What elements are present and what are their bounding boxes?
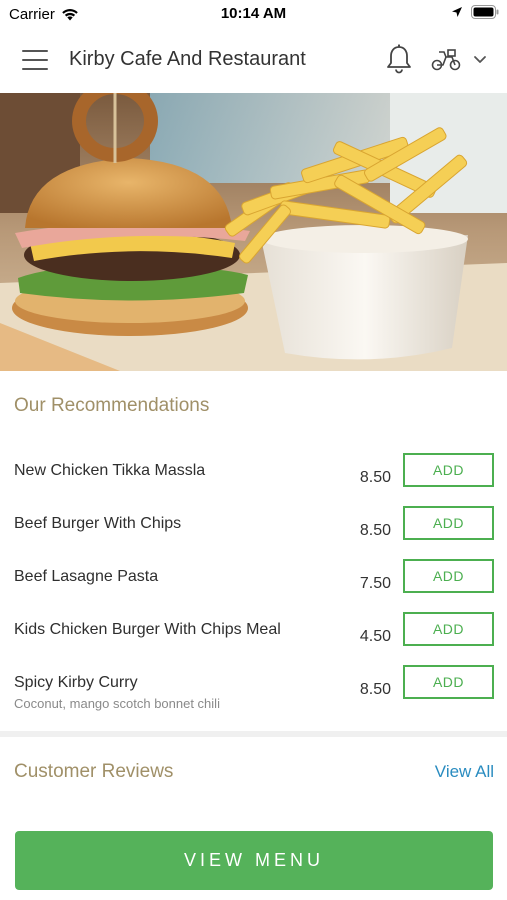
item-name: Beef Lasagne Pasta — [14, 568, 159, 585]
item-name: Kids Chicken Burger With Chips Meal — [14, 621, 281, 638]
add-button[interactable]: ADD — [403, 506, 494, 540]
view-menu-button[interactable]: VIEW MENU — [15, 831, 493, 890]
app-header: Kirby Cafe And Restaurant — [0, 28, 507, 92]
menu-icon[interactable] — [22, 50, 48, 70]
item-price: 4.50 — [359, 628, 391, 645]
reviews-title: Customer Reviews — [14, 761, 174, 782]
item-name: Spicy Kirby Curry — [14, 674, 138, 691]
add-button[interactable]: ADD — [403, 559, 494, 593]
item-price: 8.50 — [359, 469, 391, 486]
scooter-icon[interactable] — [430, 46, 462, 72]
status-time: 10:14 AM — [220, 5, 287, 22]
item-price: 7.50 — [359, 575, 391, 592]
item-name: Beef Burger With Chips — [14, 515, 182, 532]
view-all-link[interactable]: View All — [435, 762, 494, 782]
section-divider — [0, 731, 507, 737]
bell-icon[interactable] — [384, 43, 414, 75]
recommendations-title: Our Recommendations — [14, 395, 210, 416]
hero-food-image — [0, 93, 507, 371]
item-description: Coconut, mango scotch bonnet chili — [14, 696, 220, 711]
location-arrow-icon — [452, 7, 462, 17]
add-button[interactable]: ADD — [403, 453, 494, 487]
item-price: 8.50 — [359, 522, 391, 539]
list-item: Spicy Kirby Curry Coconut, mango scotch … — [0, 665, 507, 727]
restaurant-name: Kirby Cafe And Restaurant — [69, 48, 306, 70]
battery-icon — [471, 5, 499, 19]
status-right-group — [451, 5, 499, 19]
add-button[interactable]: ADD — [403, 612, 494, 646]
chevron-down-icon[interactable] — [472, 52, 488, 66]
status-bar: Carrier 10:14 AM — [0, 0, 507, 28]
add-button[interactable]: ADD — [403, 665, 494, 699]
item-price: 8.50 — [359, 681, 391, 698]
item-name: New Chicken Tikka Massla — [14, 462, 206, 479]
